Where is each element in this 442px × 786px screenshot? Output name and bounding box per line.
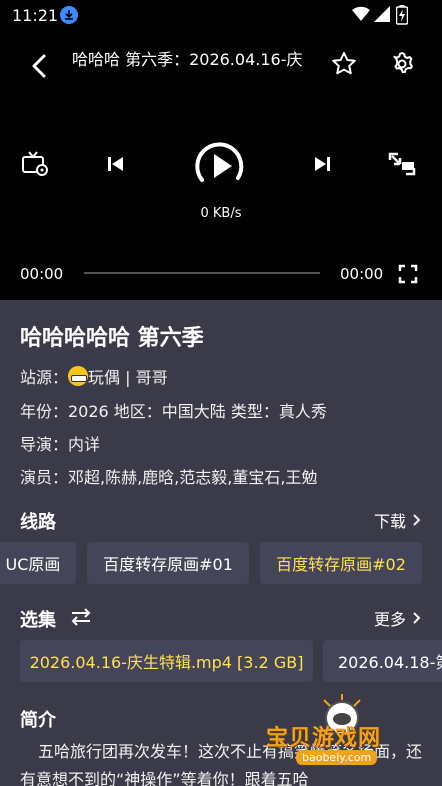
lines-section-title: 线路 <box>20 512 56 533</box>
video-player[interactable]: 哈哈哈 第六季：2026.04.16-庆 0 KB/s 00:00 00:00 <box>0 30 442 300</box>
details-panel: 哈哈哈哈哈 第六季 站源： 玩偶 | 哥哥 年份：2026 地区：中国大陆 类型：… <box>0 300 442 786</box>
line-chip-uc[interactable]: UC原画 <box>0 542 76 584</box>
sort-swap-icon[interactable] <box>70 608 92 626</box>
current-time: 00:00 <box>20 265 64 283</box>
status-bar: 11:21 <box>0 0 442 30</box>
battery-icon <box>396 5 408 25</box>
source-name[interactable]: 玩偶 <box>88 368 120 387</box>
cast-tv-icon[interactable] <box>21 150 49 178</box>
line-chip-label: 百度转存原画#01 <box>103 555 233 574</box>
line-chip-baidu-01[interactable]: 百度转存原画#01 <box>87 542 249 584</box>
intro-section-title: 简介 <box>20 710 56 731</box>
grin-emoji-icon <box>68 366 89 386</box>
wifi-icon <box>352 6 370 22</box>
previous-episode-icon[interactable] <box>106 154 126 174</box>
back-arrow-icon[interactable] <box>24 50 56 82</box>
favorite-star-icon[interactable] <box>330 50 358 78</box>
show-title: 哈哈哈哈哈 第六季 <box>20 326 204 351</box>
meta-row: 年份：2026 地区：中国大陆 类型：真人秀 <box>20 402 327 421</box>
fullscreen-icon[interactable] <box>398 264 418 284</box>
total-time: 00:00 <box>340 265 384 283</box>
episodes-section-title: 选集 <box>20 610 56 631</box>
more-episodes-link[interactable]: 更多 <box>374 606 422 630</box>
watermark-url: baobeiy.com <box>296 750 378 765</box>
episode-chip-label: 2026.04.16-庆生特辑.mp4 [3.2 GB] <box>29 653 304 672</box>
pip-exit-icon[interactable] <box>388 152 416 176</box>
play-icon[interactable] <box>192 138 248 194</box>
watermark-text: 宝贝游戏网 <box>266 726 382 751</box>
settings-gear-icon[interactable] <box>388 50 416 78</box>
download-link[interactable]: 下载 <box>374 508 422 532</box>
chevron-right-icon <box>413 612 421 624</box>
director-row: 导演：内详 <box>20 435 101 454</box>
source-extra[interactable]: 哥哥 <box>136 368 168 387</box>
download-notification-icon <box>60 6 78 24</box>
line-chip-label: 百度转存原画#02 <box>276 555 406 574</box>
source-label: 站源： <box>20 368 69 387</box>
episode-chip-0418[interactable]: 2026.04.18-第 <box>323 640 442 682</box>
download-label: 下载 <box>373 512 406 531</box>
signal-icon <box>374 6 390 22</box>
progress-bar[interactable] <box>84 272 320 274</box>
line-chip-baidu-02[interactable]: 百度转存原画#02 <box>260 542 422 584</box>
episode-chip-0416[interactable]: 2026.04.16-庆生特辑.mp4 [3.2 GB] <box>20 640 313 682</box>
episode-chip-label: 2026.04.18-第 <box>338 653 442 672</box>
status-time: 11:21 <box>12 6 59 25</box>
player-title: 哈哈哈 第六季：2026.04.16-庆 <box>72 50 303 69</box>
actors-row: 演员：邓超,陈赫,鹿晗,范志毅,董宝石,王勉 <box>20 468 318 487</box>
source-row: 站源： 玩偶 | 哥哥 <box>20 364 168 388</box>
more-label: 更多 <box>373 610 406 629</box>
line-chip-label: UC原画 <box>5 555 61 574</box>
source-separator: | <box>120 368 136 387</box>
download-speed: 0 KB/s <box>200 206 242 221</box>
next-episode-icon[interactable] <box>312 154 332 174</box>
chevron-right-icon <box>413 514 421 526</box>
